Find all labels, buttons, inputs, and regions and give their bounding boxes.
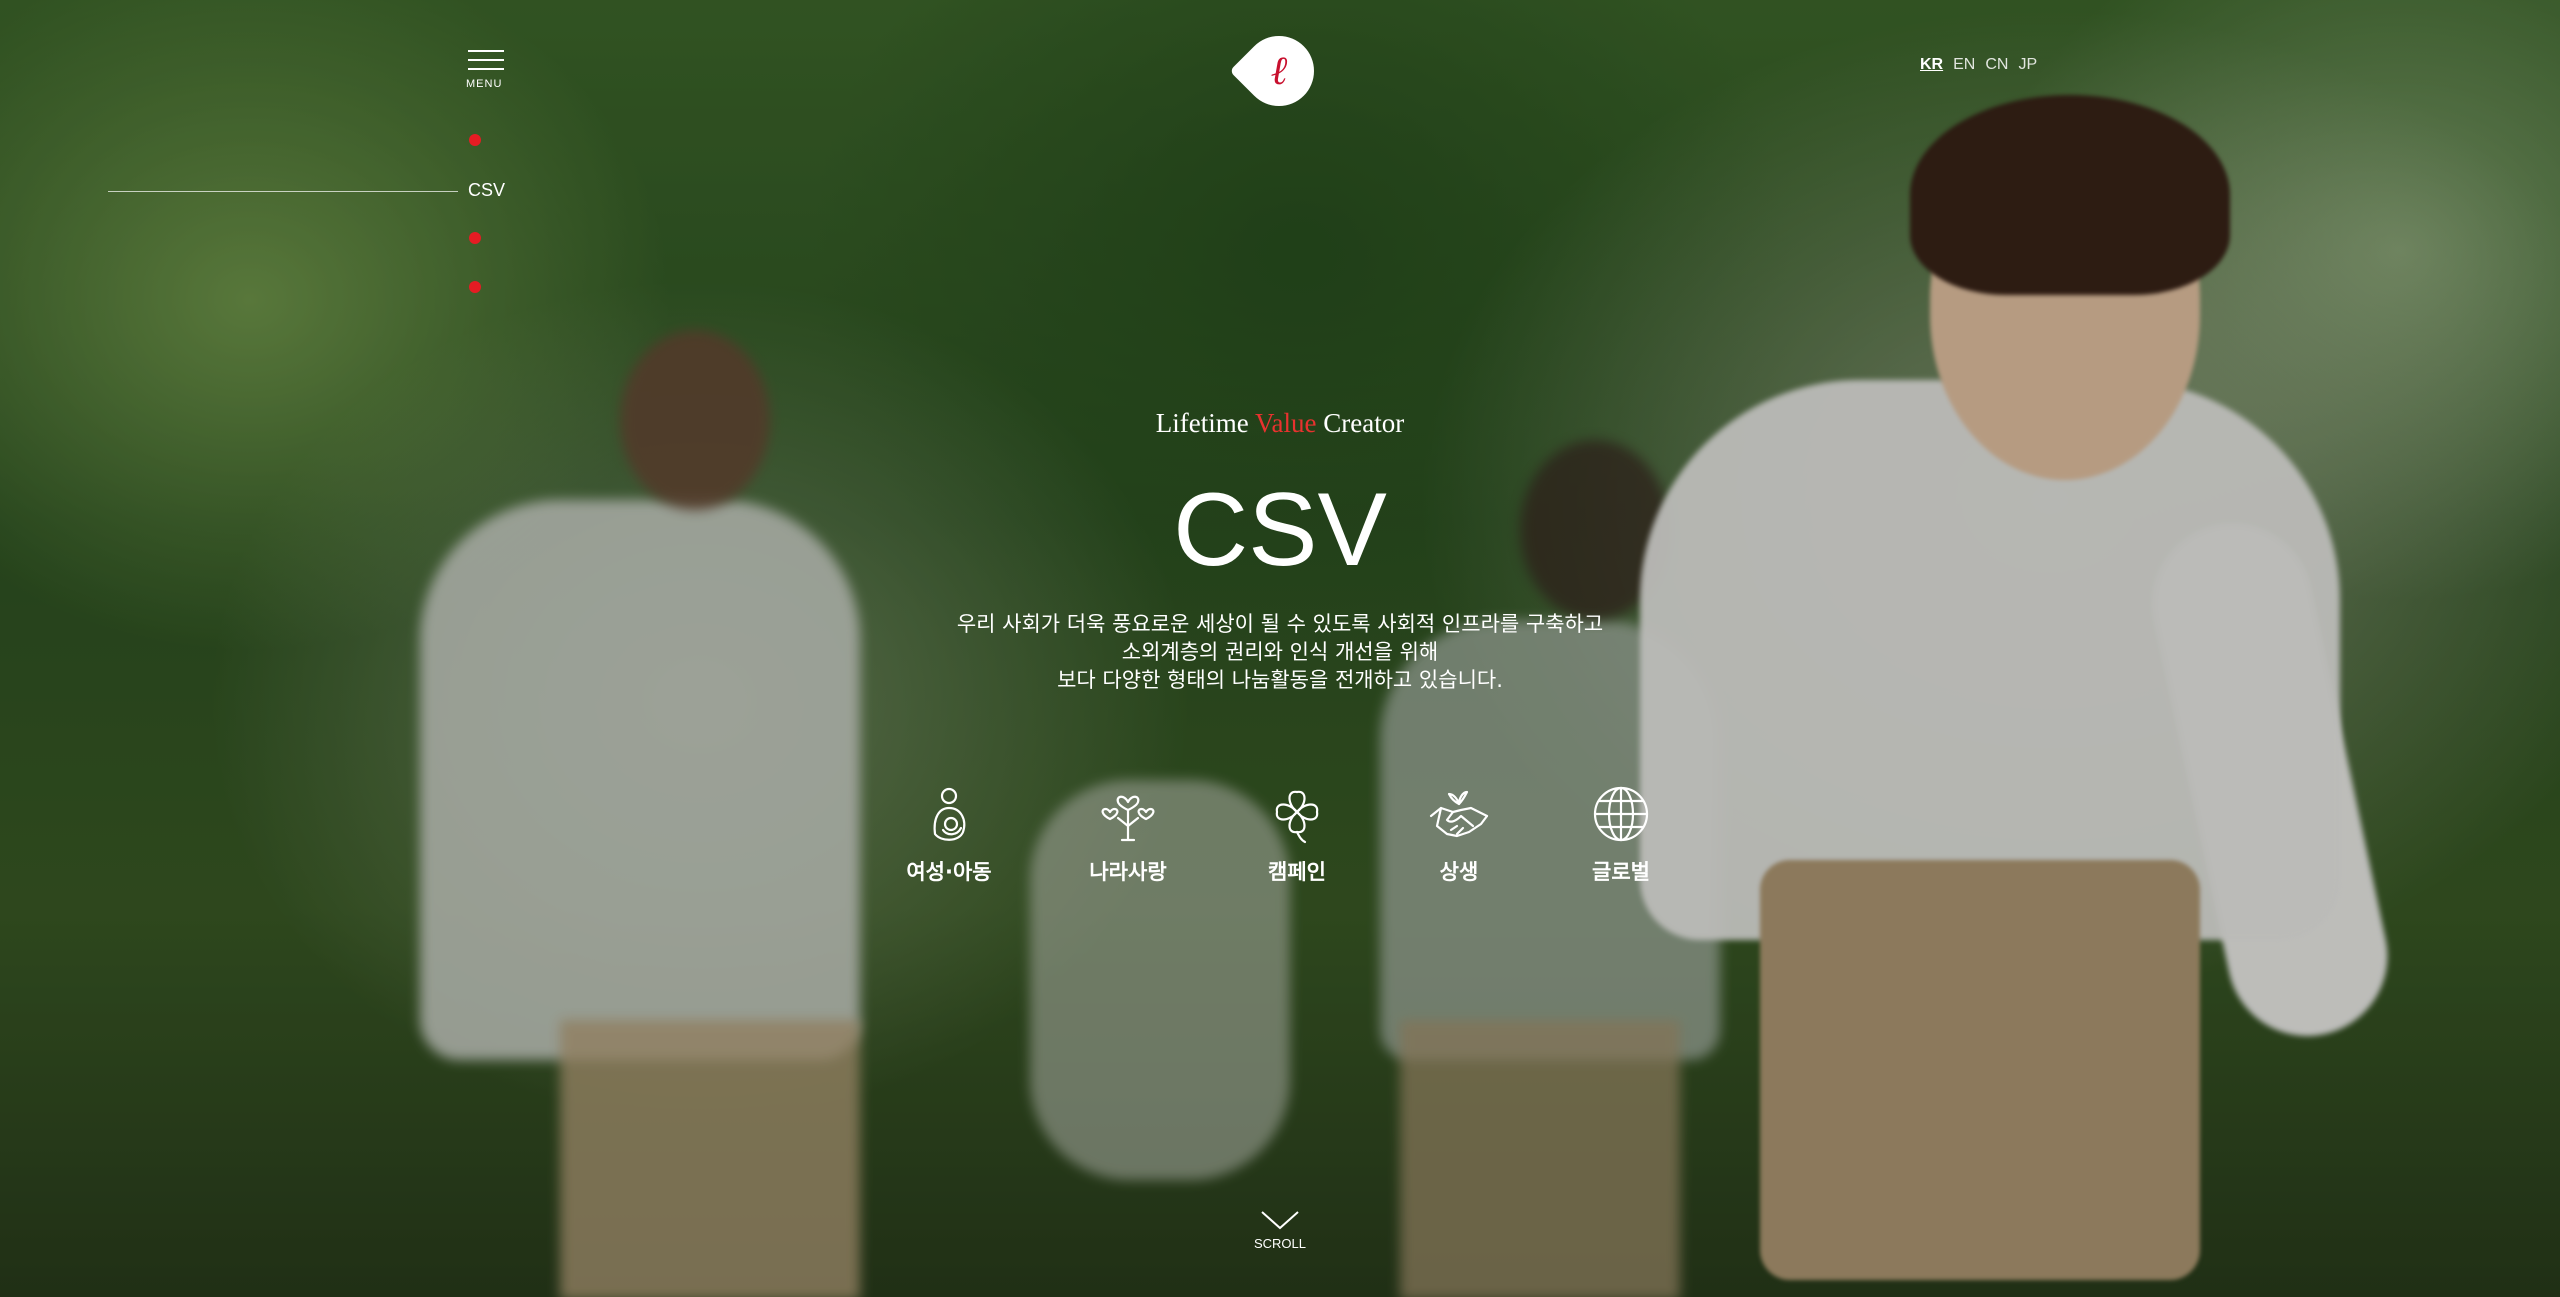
lang-en[interactable]: EN: [1953, 56, 1975, 74]
lang-cn[interactable]: CN: [1985, 56, 2008, 74]
category-label: 캠페인: [1268, 860, 1326, 884]
tagline-text: Creator: [1316, 408, 1405, 438]
scroll-indicator[interactable]: SCROLL: [1250, 1210, 1310, 1251]
section-dot[interactable]: [469, 232, 481, 244]
lang-kr[interactable]: KR: [1920, 56, 1943, 74]
category-coexistence[interactable]: 상생: [1389, 782, 1529, 886]
lang-jp[interactable]: JP: [2018, 56, 2037, 74]
section-dot[interactable]: [469, 281, 481, 293]
tagline-accent: Value: [1255, 408, 1317, 438]
section-dot[interactable]: [469, 134, 481, 146]
chevron-down-icon: [1261, 1211, 1299, 1230]
scroll-label: SCROLL: [1253, 1236, 1307, 1251]
description-line: 우리 사회가 더욱 풍요로운 세상이 될 수 있도록 사회적 인프라를 구축하고: [956, 612, 1604, 636]
hero-description: 우리 사회가 더욱 풍요로운 세상이 될 수 있도록 사회적 인프라를 구축하고…: [0, 610, 2560, 694]
description-line: 소외계층의 권리와 인식 개선을 위해: [1121, 640, 1439, 664]
section-active-label[interactable]: CSV: [468, 180, 505, 201]
category-global[interactable]: 글로벌: [1551, 782, 1691, 886]
category-women-children[interactable]: 여성·아동: [879, 782, 1019, 886]
mother-child-icon: [933, 787, 966, 841]
description-line: 보다 다양한 형태의 나눔활동을 전개하고 있습니다.: [1057, 668, 1503, 692]
category-patriotism[interactable]: 나라사랑: [1058, 782, 1198, 886]
hamburger-icon: [468, 68, 504, 70]
category-label: 여성·아동: [906, 860, 992, 884]
category-label: 글로벌: [1592, 860, 1650, 884]
handshake-icon: [1429, 790, 1489, 838]
category-label: 상생: [1439, 860, 1479, 884]
language-selector: KR EN CN JP: [1920, 56, 2037, 74]
hamburger-icon: [468, 59, 504, 61]
clover-icon: [1275, 790, 1319, 844]
hamburger-icon: [468, 50, 504, 52]
hero-background: MENU ℓ KR EN CN JP CSV Lifetime Value Cr…: [0, 0, 2560, 1297]
page-title: CSV: [1173, 472, 1387, 588]
heart-tree-icon: [1101, 795, 1155, 842]
tagline-text: Lifetime: [1155, 408, 1256, 438]
category-links: 여성·아동 나라사랑 캠페인 상생 글로벌: [0, 782, 2560, 902]
menu-button[interactable]: MENU: [466, 48, 506, 94]
tagline: Lifetime Value Creator: [0, 408, 2560, 439]
logo-glyph: ℓ: [1270, 48, 1288, 94]
category-label: 나라사랑: [1089, 860, 1167, 884]
menu-label: MENU: [466, 78, 503, 90]
logo[interactable]: ℓ: [1229, 21, 1329, 121]
globe-icon: [1593, 786, 1649, 842]
section-line: [108, 191, 458, 192]
category-campaign[interactable]: 캠페인: [1227, 782, 1367, 886]
